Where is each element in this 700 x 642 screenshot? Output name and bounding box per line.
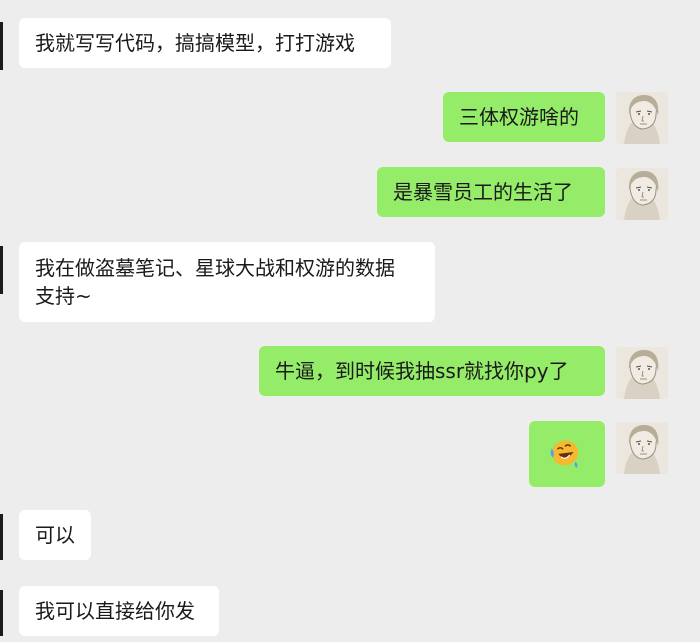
message-bubble-received[interactable]: 我可以直接给你发 xyxy=(19,586,219,636)
message-bubble-sent[interactable]: 牛逼，到时候我抽ssr就找你py了 xyxy=(259,346,605,396)
message-bubble-received[interactable]: 我就写写代码，搞搞模型，打打游戏 xyxy=(19,18,391,68)
message-text-line: 支持~ xyxy=(35,284,92,308)
avatar[interactable] xyxy=(616,92,668,144)
message-bubble-received[interactable]: 可以 xyxy=(19,510,91,560)
message-text: 是暴雪员工的生活了 xyxy=(393,180,573,204)
message-text: 我可以直接给你发 xyxy=(35,599,195,623)
message-text-line: 我在做盗墓笔记、星球大战和权游的数据 xyxy=(35,256,395,280)
message-bubble-sent[interactable]: 是暴雪员工的生活了 xyxy=(377,167,605,217)
left-edge-bar xyxy=(0,22,3,70)
message-text: 三体权游啥的 xyxy=(459,105,579,129)
left-edge-bar xyxy=(0,590,3,636)
left-edge-bar xyxy=(0,246,3,294)
laughing-tears-emoji-icon xyxy=(550,440,579,469)
message-bubble-sent[interactable]: 三体权游啥的 xyxy=(443,92,605,142)
left-edge-bar xyxy=(0,514,3,560)
message-bubble-sent[interactable] xyxy=(529,421,605,487)
message-text: 可以 xyxy=(35,523,75,547)
message-bubble-received[interactable]: 我在做盗墓笔记、星球大战和权游的数据 支持~ xyxy=(19,242,435,322)
avatar[interactable] xyxy=(616,168,668,220)
message-text: 我就写写代码，搞搞模型，打打游戏 xyxy=(35,31,355,55)
avatar[interactable] xyxy=(616,422,668,474)
message-text: 牛逼，到时候我抽ssr就找你py了 xyxy=(275,359,569,383)
avatar[interactable] xyxy=(616,347,668,399)
